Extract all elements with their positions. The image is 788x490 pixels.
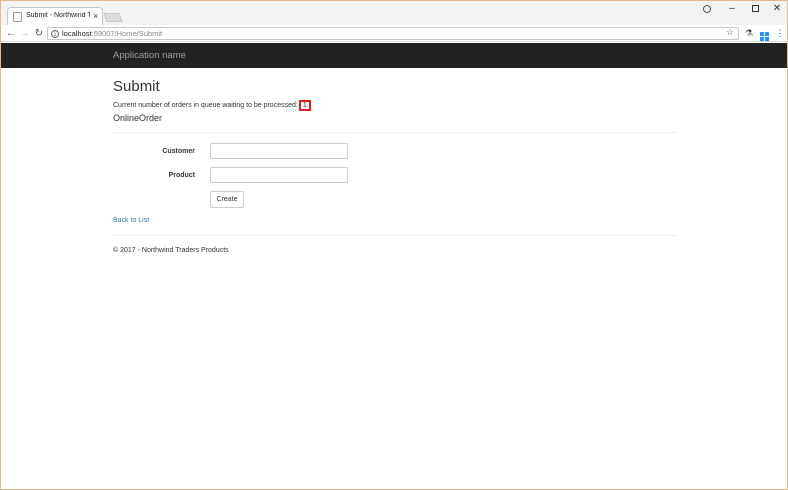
- info-icon[interactable]: i: [51, 29, 59, 38]
- queue-status: Current number of orders in queue waitin…: [113, 100, 311, 111]
- browser-window: Submit - Northwind Trad × – ✕ ← → ↻ i lo…: [0, 0, 788, 490]
- page-favicon-icon: [13, 12, 22, 22]
- tab-strip: Submit - Northwind Trad × – ✕: [1, 1, 788, 26]
- brand-link[interactable]: Application name: [113, 50, 186, 61]
- customer-input[interactable]: [210, 143, 348, 159]
- tab-title: Submit - Northwind Trad: [26, 12, 90, 19]
- site-navbar: Application name: [1, 43, 787, 68]
- create-button[interactable]: Create: [210, 191, 244, 208]
- product-label: Product: [168, 172, 195, 179]
- menu-icon[interactable]: ⋮: [774, 27, 786, 39]
- star-icon[interactable]: ☆: [726, 27, 734, 38]
- back-icon[interactable]: ←: [5, 25, 17, 42]
- queue-count-badge: 1: [298, 100, 311, 111]
- address-bar[interactable]: i localhost:59007/Home/Submit ☆: [47, 27, 739, 40]
- profile-icon[interactable]: [695, 1, 719, 17]
- forward-icon[interactable]: →: [19, 25, 31, 42]
- minimize-icon[interactable]: –: [720, 1, 744, 17]
- url-text: localhost:59007/Home/Submit: [62, 29, 162, 38]
- url-path: :59007/Home/Submit: [91, 29, 163, 38]
- url-host: localhost: [62, 29, 92, 38]
- section-title: OnlineOrder: [113, 113, 163, 123]
- reload-icon[interactable]: ↻: [33, 25, 45, 42]
- maximize-icon[interactable]: [743, 1, 767, 17]
- footer-text: © 2017 - Northwind Traders Products: [113, 247, 229, 254]
- close-window-icon[interactable]: ✕: [765, 1, 788, 17]
- windows-icon[interactable]: [758, 27, 770, 41]
- divider: [113, 132, 677, 133]
- new-tab-button[interactable]: [103, 13, 123, 22]
- footer-divider: [113, 235, 677, 236]
- customer-label: Customer: [162, 148, 195, 155]
- product-input[interactable]: [210, 167, 348, 183]
- tab-close-icon[interactable]: ×: [93, 10, 98, 22]
- queue-status-text: Current number of orders in queue waitin…: [113, 102, 298, 109]
- browser-toolbar: ← → ↻ i localhost:59007/Home/Submit ☆ ⚗ …: [1, 25, 787, 42]
- back-to-list-link[interactable]: Back to List: [113, 217, 149, 224]
- browser-tab[interactable]: Submit - Northwind Trad ×: [7, 7, 103, 26]
- extension-icon[interactable]: ⚗: [743, 27, 755, 39]
- page-title: Submit: [113, 78, 160, 95]
